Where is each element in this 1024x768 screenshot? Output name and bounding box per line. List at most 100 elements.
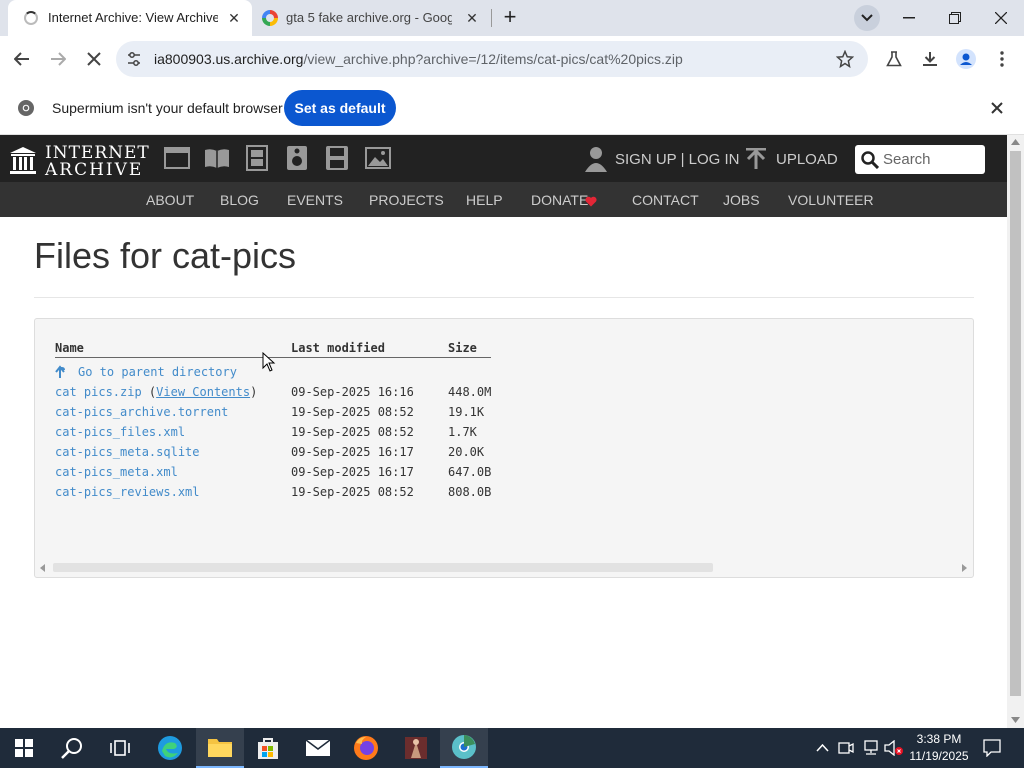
taskbar-mail[interactable]	[294, 728, 342, 768]
nav-volunteer[interactable]: VOLUNTEER	[788, 192, 874, 208]
minimize-button[interactable]	[886, 0, 932, 36]
taskbar-search-button[interactable]	[48, 728, 96, 768]
sign-up-log-in-link[interactable]: SIGN UP | LOG IN	[615, 151, 739, 168]
file-cell: cat pics.zip (View Contents)	[55, 385, 258, 399]
size-cell: 19.1K	[448, 405, 485, 419]
software-icon[interactable]	[325, 145, 349, 171]
taskbar-file-explorer[interactable]	[196, 728, 244, 768]
archive-building-icon	[10, 147, 36, 174]
close-window-button[interactable]	[978, 0, 1024, 36]
address-bar[interactable]: ia800903.us.archive.org/view_archive.php…	[116, 41, 868, 77]
scroll-up-icon[interactable]	[1011, 139, 1020, 145]
file-link[interactable]: cat-pics_meta.sqlite	[55, 445, 200, 459]
tab-google-search[interactable]: gta 5 fake archive.org - Google ✕	[254, 0, 490, 36]
set-as-default-button[interactable]: Set as default	[284, 90, 396, 126]
modified-cell: 09-Sep-2025 16:17	[291, 445, 414, 459]
heart-icon	[585, 196, 597, 207]
chevron-down-icon	[861, 14, 873, 22]
menu-button[interactable]	[986, 43, 1018, 75]
close-infobar-icon[interactable]	[991, 102, 1003, 114]
images-icon[interactable]	[365, 147, 391, 169]
scrollbar-thumb[interactable]	[53, 563, 713, 572]
tab-divider	[491, 9, 492, 27]
modified-cell: 19-Sep-2025 08:52	[291, 405, 414, 419]
parent-directory-link[interactable]: Go to parent directory	[78, 365, 237, 379]
nav-events[interactable]: EVENTS	[287, 192, 343, 208]
ia-logo[interactable]: INTERNET ARCHIVE	[8, 141, 149, 180]
nav-projects[interactable]: PROJECTS	[369, 192, 444, 208]
close-tab-icon[interactable]: ✕	[464, 10, 480, 26]
tab-search-button[interactable]	[854, 5, 880, 31]
view-contents-link[interactable]: View Contents	[156, 385, 250, 399]
table-row: cat-pics_meta.xml 09-Sep-2025 16:17 647.…	[55, 465, 535, 483]
upload-icon[interactable]	[746, 148, 766, 170]
file-link[interactable]: cat-pics_archive.torrent	[55, 405, 228, 419]
audio-icon[interactable]	[286, 145, 308, 171]
google-favicon-icon	[262, 10, 278, 26]
taskbar-app-game[interactable]	[392, 728, 440, 768]
volume-muted-icon[interactable]	[884, 740, 904, 756]
nav-contact[interactable]: CONTACT	[632, 192, 699, 208]
taskbar-firefox[interactable]	[342, 728, 390, 768]
tab-title: Internet Archive: View Archive	[48, 10, 218, 25]
profile-button[interactable]	[950, 43, 982, 75]
column-header-modified: Last modified	[291, 341, 385, 355]
nav-blog[interactable]: BLOG	[220, 192, 259, 208]
file-link[interactable]: cat pics.zip	[55, 385, 142, 399]
texts-icon[interactable]	[204, 147, 230, 169]
meet-now-icon[interactable]	[838, 740, 854, 756]
nav-jobs[interactable]: JOBS	[723, 192, 760, 208]
scroll-right-icon[interactable]	[962, 564, 968, 572]
scrollbar-thumb[interactable]	[1010, 151, 1021, 696]
firefox-icon	[354, 736, 378, 760]
start-button[interactable]	[0, 728, 48, 768]
clock-date: 11/19/2025	[909, 749, 969, 763]
horizontal-scrollbar[interactable]	[35, 559, 973, 577]
size-cell: 1.7K	[448, 425, 477, 439]
bookmark-star-icon[interactable]	[836, 50, 854, 68]
network-icon[interactable]	[862, 740, 880, 756]
edge-icon	[158, 736, 182, 760]
size-cell: 20.0K	[448, 445, 485, 459]
notifications-icon[interactable]	[983, 739, 1001, 757]
user-icon[interactable]	[585, 146, 607, 172]
site-info-icon[interactable]	[126, 51, 142, 67]
web-icon[interactable]	[164, 147, 190, 169]
store-icon	[258, 738, 278, 759]
nav-about[interactable]: ABOUT	[146, 192, 194, 208]
labs-button[interactable]	[878, 43, 910, 75]
scroll-down-icon[interactable]	[1011, 717, 1020, 723]
ia-search-input[interactable]: Search	[855, 145, 985, 174]
url-text: ia800903.us.archive.org/view_archive.php…	[154, 51, 683, 67]
nav-donate[interactable]: DONATE	[531, 192, 588, 208]
taskbar-supermium[interactable]	[440, 728, 488, 768]
new-tab-button[interactable]: +	[498, 5, 522, 29]
downloads-button[interactable]	[914, 43, 946, 75]
maximize-button[interactable]	[932, 0, 978, 36]
tab-internet-archive[interactable]: Internet Archive: View Archive ✕	[8, 0, 252, 36]
divider	[34, 297, 974, 298]
task-view-icon	[110, 740, 130, 756]
mail-icon	[305, 739, 331, 756]
system-clock[interactable]: 3:38 PM 11/19/2025	[906, 731, 972, 765]
file-link[interactable]: cat-pics_files.xml	[55, 425, 185, 439]
file-link[interactable]: cat-pics_reviews.xml	[55, 485, 200, 499]
flask-icon	[886, 51, 902, 67]
close-tab-icon[interactable]: ✕	[226, 10, 242, 26]
nav-help[interactable]: HELP	[466, 192, 503, 208]
file-link[interactable]: cat-pics_meta.xml	[55, 465, 178, 479]
taskbar-store[interactable]	[244, 728, 292, 768]
show-hidden-icons-icon[interactable]	[816, 744, 829, 752]
stop-button[interactable]	[78, 43, 110, 75]
minimize-icon	[903, 17, 915, 19]
back-button[interactable]	[6, 43, 38, 75]
parent-directory-row[interactable]: Go to parent directory	[55, 365, 535, 383]
taskbar-edge[interactable]	[146, 728, 194, 768]
video-icon[interactable]	[244, 145, 270, 171]
forward-button[interactable]	[42, 43, 74, 75]
scroll-left-icon[interactable]	[40, 564, 46, 572]
upload-link[interactable]: UPLOAD	[776, 151, 838, 168]
task-view-button[interactable]	[96, 728, 144, 768]
vertical-scrollbar[interactable]	[1007, 135, 1024, 728]
size-cell: 808.0B	[448, 485, 492, 499]
